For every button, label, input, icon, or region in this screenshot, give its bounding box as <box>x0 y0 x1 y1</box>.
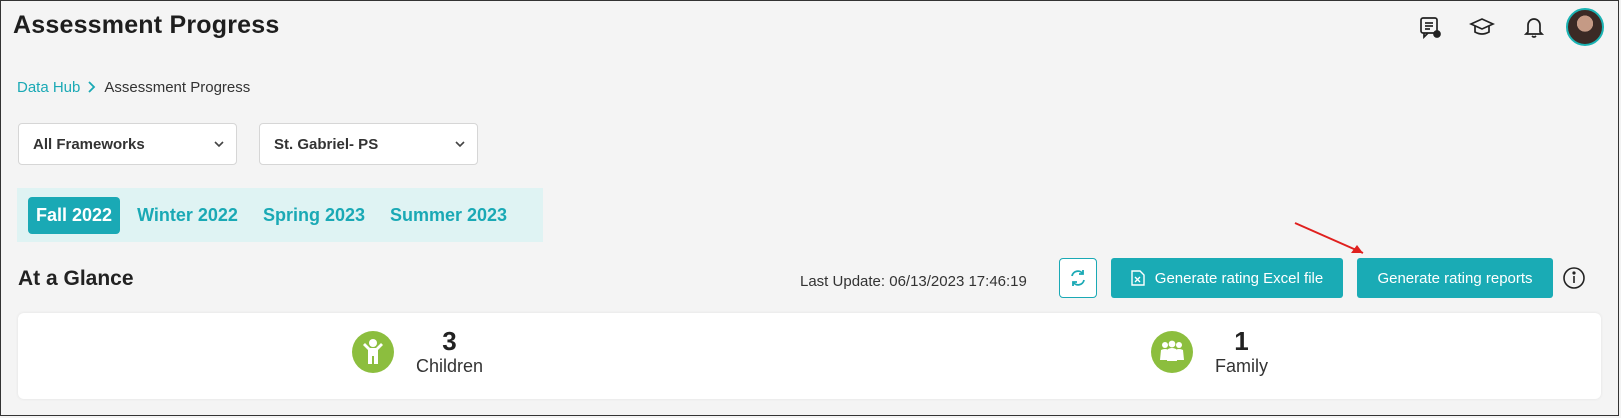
chevron-down-icon <box>455 141 465 148</box>
season-tabs: Fall 2022 Winter 2022 Spring 2023 Summer… <box>17 188 543 242</box>
report-icon[interactable] <box>1404 7 1456 47</box>
glance-card: 3 Children 1 Family <box>18 313 1601 399</box>
tab-summer-2023[interactable]: Summer 2023 <box>382 197 515 234</box>
chevron-down-icon <box>214 141 224 148</box>
stat-children: 3 Children <box>352 327 483 377</box>
tab-spring-2023[interactable]: Spring 2023 <box>255 197 373 234</box>
section-title: At a Glance <box>18 267 134 290</box>
excel-file-icon <box>1131 270 1145 286</box>
generate-excel-button[interactable]: Generate rating Excel file <box>1111 258 1343 298</box>
page-title: Assessment Progress <box>13 11 280 39</box>
children-count: 3 <box>442 326 457 356</box>
tab-winter-2022[interactable]: Winter 2022 <box>129 197 246 234</box>
child-icon <box>352 331 394 373</box>
refresh-button[interactable] <box>1059 258 1097 298</box>
site-select[interactable]: St. Gabriel- PS <box>259 123 478 165</box>
graduation-cap-icon[interactable] <box>1456 7 1508 47</box>
family-icon <box>1151 331 1193 373</box>
tab-fall-2022[interactable]: Fall 2022 <box>28 196 121 234</box>
stat-family: 1 Family <box>1151 327 1268 377</box>
header-icons <box>1404 7 1604 47</box>
user-avatar[interactable] <box>1566 8 1604 46</box>
last-update-text: Last Update: 06/13/2023 17:46:19 <box>800 273 1027 290</box>
family-count: 1 <box>1234 326 1249 356</box>
chevron-right-icon <box>88 80 96 96</box>
breadcrumb: Data Hub Assessment Progress <box>17 79 250 96</box>
refresh-icon <box>1071 270 1085 286</box>
app-frame: Assessment Progress Data Hub Assessment … <box>0 0 1619 416</box>
generate-reports-label: Generate rating reports <box>1377 269 1533 287</box>
bell-icon[interactable] <box>1508 7 1560 47</box>
annotation-arrow <box>1294 222 1364 254</box>
framework-select-value: All Frameworks <box>33 135 145 153</box>
site-select-value: St. Gabriel- PS <box>274 135 379 153</box>
breadcrumb-data-hub[interactable]: Data Hub <box>17 79 80 96</box>
family-label: Family <box>1215 356 1268 376</box>
breadcrumb-current: Assessment Progress <box>104 79 251 96</box>
generate-excel-label: Generate rating Excel file <box>1154 269 1324 287</box>
info-icon[interactable] <box>1562 266 1586 290</box>
generate-reports-button[interactable]: Generate rating reports <box>1357 258 1553 298</box>
children-label: Children <box>416 356 484 376</box>
framework-select[interactable]: All Frameworks <box>18 123 237 165</box>
